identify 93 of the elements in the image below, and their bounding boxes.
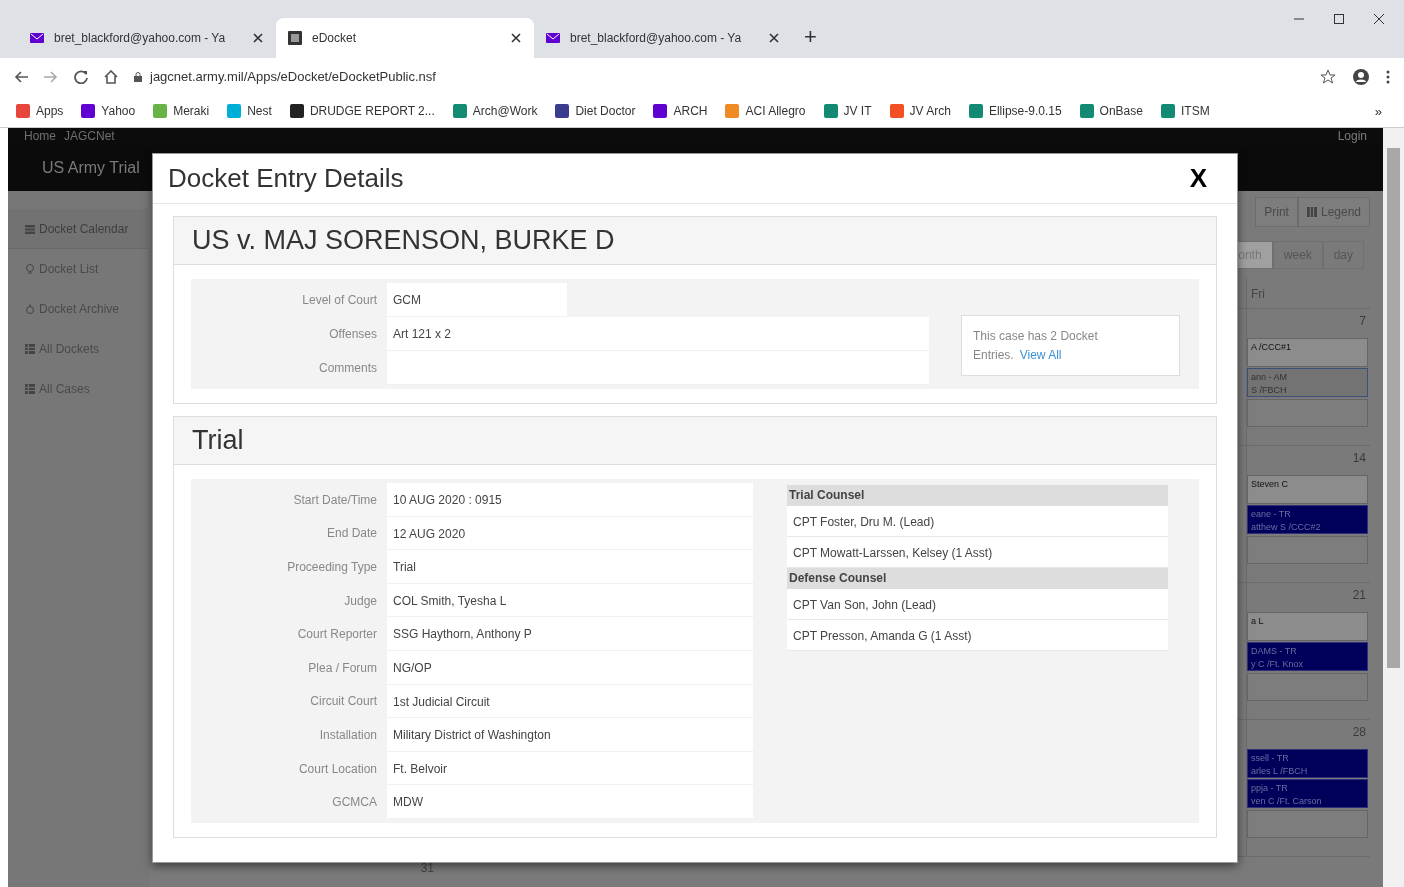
calendar-event[interactable]: Steven C (1247, 475, 1368, 504)
field-label: Offenses (328, 327, 378, 341)
field-label: Judge (343, 593, 378, 608)
counsel-member: CPT Van Son, John (Lead) (787, 589, 1168, 620)
view-all-link[interactable]: View All (1019, 348, 1062, 362)
close-icon[interactable] (510, 32, 522, 44)
field-value: Art 121 x 2 (387, 317, 929, 351)
bookmark[interactable]: ACI Allegro (725, 104, 806, 118)
field-label: Court Location (297, 761, 378, 776)
field-value: NG/OP (387, 650, 753, 685)
bookmark[interactable]: Meraki (153, 104, 210, 118)
field-value: Military District of Washington (387, 718, 753, 752)
counsel-group-heading: Trial Counsel (787, 485, 1168, 506)
field-label: GCMCA (331, 795, 378, 810)
field-label: Plea / Forum (307, 660, 378, 675)
field-value: GCM (387, 283, 567, 317)
envelope-icon (546, 32, 560, 44)
calendar-icon (25, 223, 35, 234)
browser-tab[interactable]: bret_blackford@yahoo.com - Ya (534, 18, 792, 58)
counsel-member: CPT Presson, Amanda G (1 Asst) (787, 620, 1168, 651)
close-icon[interactable] (1374, 14, 1384, 24)
field-value: Ft. Belvoir (387, 751, 753, 786)
reload-icon[interactable] (74, 69, 88, 84)
nav-link[interactable]: JAGCNet (64, 129, 115, 144)
menu-icon[interactable] (1386, 69, 1390, 84)
bookmark[interactable]: JV Arch (889, 104, 951, 118)
field-label: Comments (318, 361, 378, 375)
bookmark[interactable]: DRUDGE REPORT 2... (289, 104, 435, 118)
dialog-title: Docket Entry Details (168, 163, 404, 194)
clock-icon (25, 304, 35, 314)
site-title: US Army Trial (42, 158, 140, 177)
browser-tab[interactable]: bret_blackford@yahoo.com - Ya (18, 18, 276, 58)
panel-title: Trial (192, 425, 244, 456)
scrollbar[interactable] (1383, 128, 1404, 887)
envelope-icon (30, 32, 44, 44)
account-icon[interactable] (1352, 67, 1370, 86)
lightbulb-icon (25, 264, 35, 274)
calendar-event[interactable]: DAMS - TR y C /Ft. Knox (1247, 642, 1368, 671)
field-label: Installation (318, 727, 378, 742)
field-value: Trial (387, 550, 753, 584)
field-value: 12 AUG 2020 (387, 516, 753, 551)
field-label: End Date (325, 526, 378, 541)
bookmark[interactable]: Ellipse-9.0.15 (968, 104, 1062, 118)
browser-tab[interactable]: eDocket (276, 18, 534, 58)
bookmark[interactable]: Yahoo (81, 104, 136, 118)
bookmark[interactable]: Diet Doctor (555, 104, 636, 118)
calendar-event[interactable]: ssell - TR arles L /FBCH (1247, 749, 1368, 778)
maximize-icon[interactable] (1334, 14, 1344, 24)
bookmark[interactable]: Nest (227, 104, 272, 118)
bookmark[interactable]: Arch@Work (452, 104, 538, 118)
field-label: Proceeding Type (286, 560, 378, 574)
field-label: Start Date/Time (292, 492, 378, 507)
bookmark[interactable]: JV IT (823, 104, 872, 118)
page-icon (288, 31, 302, 45)
field-label: Level of Court (301, 293, 378, 307)
bookmark[interactable]: ARCH (653, 104, 708, 118)
table-icon (25, 344, 35, 354)
lock-icon (134, 71, 142, 82)
calendar-event[interactable]: a L (1247, 612, 1368, 641)
field-label: Circuit Court (309, 694, 378, 709)
bookmark[interactable]: ITSM (1160, 104, 1210, 118)
close-button[interactable]: X (1183, 162, 1213, 195)
counsel-member: CPT Foster, Dru M. (Lead) (787, 506, 1168, 537)
nav-link[interactable]: Home (24, 129, 56, 144)
new-tab-button[interactable]: + (798, 24, 823, 50)
field-label: Court Reporter (296, 627, 378, 642)
login-link[interactable]: Login (1337, 129, 1367, 144)
calendar-event[interactable]: ppja - TR ven C /Ft. Carson (1247, 779, 1368, 808)
star-icon[interactable] (1320, 68, 1336, 85)
day-number: 14 (1351, 450, 1367, 467)
calendar-event[interactable]: eane - TR atthew S /CCC#2 (1247, 505, 1368, 534)
field-value: SSG Haythorn, Anthony P (387, 617, 753, 651)
field-value: 10 AUG 2020 : 0915 (387, 483, 753, 517)
day-number: 28 (1351, 724, 1367, 741)
bookmark[interactable]: Apps (16, 104, 64, 118)
back-arrow-icon[interactable] (14, 69, 28, 84)
entries-note: This case has 2 Docket Entries. View All (973, 328, 1099, 364)
table-icon (25, 384, 35, 394)
counsel-group-heading: Defense Counsel (787, 568, 1168, 589)
bookmark[interactable]: OnBase (1079, 104, 1143, 118)
calendar-event[interactable]: A /CCC#1 (1247, 338, 1368, 367)
close-icon[interactable] (768, 32, 780, 44)
day-number: 21 (1351, 587, 1367, 604)
field-value: MDW (387, 785, 753, 819)
panel-title: US v. MAJ SORENSON, BURKE D (192, 225, 615, 256)
more-bookmarks-button[interactable]: » (1368, 102, 1388, 120)
home-icon[interactable] (104, 69, 118, 84)
counsel-member: CPT Mowatt-Larssen, Kelsey (1 Asst) (787, 537, 1168, 568)
close-icon[interactable] (252, 32, 264, 44)
field-value: COL Smith, Tyesha L (387, 583, 753, 618)
day-number: 7 (1358, 313, 1367, 330)
columns-icon (1306, 207, 1317, 217)
field-value: 1st Judicial Circuit (387, 684, 753, 719)
